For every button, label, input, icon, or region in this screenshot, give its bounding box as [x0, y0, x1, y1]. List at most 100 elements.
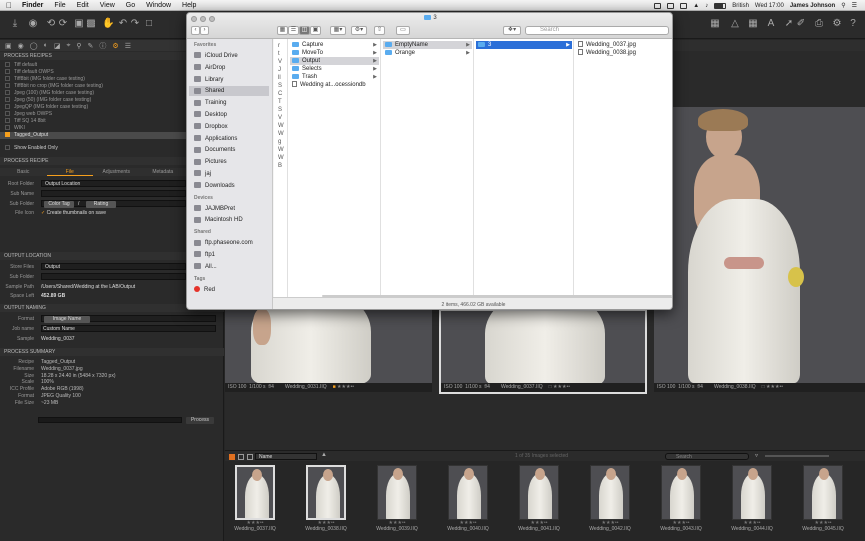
sidebar-item[interactable]: Shared	[189, 86, 269, 97]
recipe-item[interactable]: Tiff default OWPS	[5, 69, 54, 76]
menu-edit[interactable]: Edit	[77, 2, 89, 9]
thumbnail-size-slider[interactable]	[765, 455, 829, 457]
batch-tab-icon[interactable]: ☰	[125, 42, 131, 50]
recipe-item[interactable]: Tagged_Output	[0, 132, 186, 139]
language-menu[interactable]: British	[732, 3, 749, 9]
sidebar-item[interactable]: Red	[194, 285, 266, 295]
library-tab-icon[interactable]: ▣	[5, 42, 12, 50]
recipe-checkbox[interactable]	[5, 132, 10, 138]
recipe-checkbox[interactable]	[5, 97, 10, 103]
volume-icon[interactable]: ♪	[705, 3, 708, 9]
dropbox-button[interactable]: ❖▾	[503, 26, 521, 35]
finder-item[interactable]: Wedding_0038.jpg	[576, 49, 672, 57]
exposure-tab-icon[interactable]: ◪	[54, 42, 61, 50]
sidebar-item[interactable]: AirDrop	[194, 63, 266, 73]
filmstrip-thumbnail[interactable]	[377, 465, 417, 520]
recipe-item[interactable]: Jpeg (50) (IMG folder case testing)	[5, 97, 91, 104]
help-icon[interactable]: ?	[848, 19, 858, 29]
hand-icon[interactable]: ✋	[102, 19, 114, 29]
finder-item[interactable]: MoveTo ▶	[290, 49, 379, 57]
browser-search[interactable]: Search	[665, 453, 749, 460]
window-icon[interactable]: □	[144, 19, 154, 29]
filmstrip-thumbnail[interactable]	[803, 465, 843, 520]
grid-icon[interactable]: ▦	[710, 19, 720, 29]
apple-menu-icon[interactable]: 	[6, 1, 12, 10]
recipe-checkbox[interactable]	[5, 90, 10, 96]
undo-icon[interactable]: ↶	[118, 19, 128, 29]
finder-item[interactable]: Output ▶	[290, 57, 379, 65]
filmstrip-thumbnail[interactable]	[448, 465, 488, 520]
status-icon[interactable]	[667, 2, 675, 9]
list-view-icon[interactable]	[238, 454, 244, 460]
sidebar-item[interactable]: ftp1	[194, 250, 266, 260]
photo-wedding-0031[interactable]	[225, 309, 432, 383]
status-icon[interactable]	[680, 2, 688, 9]
settings-icon[interactable]: ⚙	[832, 19, 842, 29]
pointer-icon[interactable]: ➚	[784, 19, 794, 29]
filmstrip-thumbnail[interactable]	[590, 465, 630, 520]
finder-item[interactable]: Orange ▶	[383, 49, 472, 57]
sidebar-item[interactable]: Dropbox	[194, 122, 266, 132]
sidebar-item[interactable]: JAJMBPret	[194, 204, 266, 214]
filmstrip-thumbnail[interactable]	[235, 465, 275, 520]
sidebar-item[interactable]: Pictures	[194, 157, 266, 167]
rating-stars[interactable]: □ ★★★••	[549, 384, 570, 390]
recipe-item[interactable]: Tiff default	[5, 62, 37, 69]
sort-select[interactable]: Name	[255, 453, 317, 460]
recipe-item[interactable]: Tiff SQ 14 8bit	[5, 118, 46, 125]
rating-token[interactable]: Rating	[86, 201, 116, 208]
color-tag-token[interactable]: Color Tag	[44, 201, 74, 208]
section-header[interactable]: PROCESS SUMMARY	[0, 348, 224, 356]
sidebar-item[interactable]: jaj	[194, 169, 266, 179]
back-button[interactable]: ‹	[191, 26, 200, 35]
warning-icon[interactable]: △	[730, 19, 740, 29]
print-icon[interactable]: ⎙	[814, 19, 824, 29]
recipe-item[interactable]: Jpeg web OWPS	[5, 111, 52, 118]
sub-name-field[interactable]	[41, 190, 186, 197]
column-view-button[interactable]: ◫	[299, 26, 310, 35]
grid-overlay-icon[interactable]: ▦	[748, 19, 758, 29]
recipe-item[interactable]: JpegQP (IMG folder case testing)	[5, 104, 88, 111]
sidebar-item[interactable]: Training	[194, 98, 266, 108]
lens-tab-icon[interactable]: ◯	[30, 42, 38, 50]
finder-item[interactable]: Wedding at...ocessiondb	[290, 81, 379, 89]
finder-item[interactable]: EmptyName ▶	[383, 41, 472, 49]
list-view-button[interactable]: ☰	[288, 26, 299, 35]
metadata-tab-icon[interactable]: ⓘ	[99, 41, 106, 51]
recipe-checkbox[interactable]	[5, 69, 10, 75]
status-icon[interactable]	[654, 2, 662, 9]
adjust-tab-icon[interactable]: ✎	[88, 42, 94, 50]
icon-view-button[interactable]: ▦	[277, 26, 288, 35]
crop-tab-icon[interactable]: ⌖	[66, 42, 70, 50]
recipe-item[interactable]: Jpeg (100) (IMG folder case testing)	[5, 90, 94, 97]
photo-wedding-0037[interactable]	[439, 309, 647, 383]
finder-item[interactable]: 3 ▶	[476, 41, 572, 49]
redo-icon[interactable]: ↷	[130, 19, 140, 29]
recipe-item[interactable]: Tiff8bit (IMG folder case testing)	[5, 76, 85, 83]
sidebar-item[interactable]: Macintosh HD	[194, 215, 266, 225]
text-icon[interactable]: A	[766, 19, 776, 29]
filmstrip-thumbnail[interactable]	[661, 465, 701, 520]
filmstrip-thumbnail[interactable]	[306, 465, 346, 520]
rating-stars[interactable]: □ ★★★••	[762, 384, 783, 390]
action-button[interactable]: ⚙▾	[351, 26, 367, 35]
image-name-token[interactable]: Image Name	[44, 316, 90, 323]
sidebar-item[interactable]: Documents	[194, 145, 266, 155]
recipe-checkbox[interactable]	[5, 83, 10, 89]
recipe-checkbox[interactable]	[5, 118, 10, 124]
sidebar-item[interactable]: All...	[194, 262, 266, 272]
rotate-right-icon[interactable]: ⟳	[58, 19, 68, 29]
sidebar-item[interactable]: Library	[194, 75, 266, 85]
filmstrip-thumbnail[interactable]	[519, 465, 559, 520]
menu-file[interactable]: File	[54, 2, 65, 9]
show-enabled-checkbox[interactable]: Show Enabled Only	[5, 145, 58, 152]
tab-metadata[interactable]: Metadata	[140, 168, 187, 176]
recipe-checkbox[interactable]	[5, 125, 10, 131]
sidebar-item[interactable]: Downloads	[194, 181, 266, 191]
menu-go[interactable]: Go	[126, 2, 135, 9]
recipe-checkbox[interactable]	[5, 76, 10, 82]
finder-search[interactable]: Search	[525, 26, 669, 35]
tag-button[interactable]: ▭	[396, 26, 410, 35]
trash-icon[interactable]: ▩	[86, 19, 96, 29]
finder-item[interactable]: Trash ▶	[290, 73, 379, 81]
